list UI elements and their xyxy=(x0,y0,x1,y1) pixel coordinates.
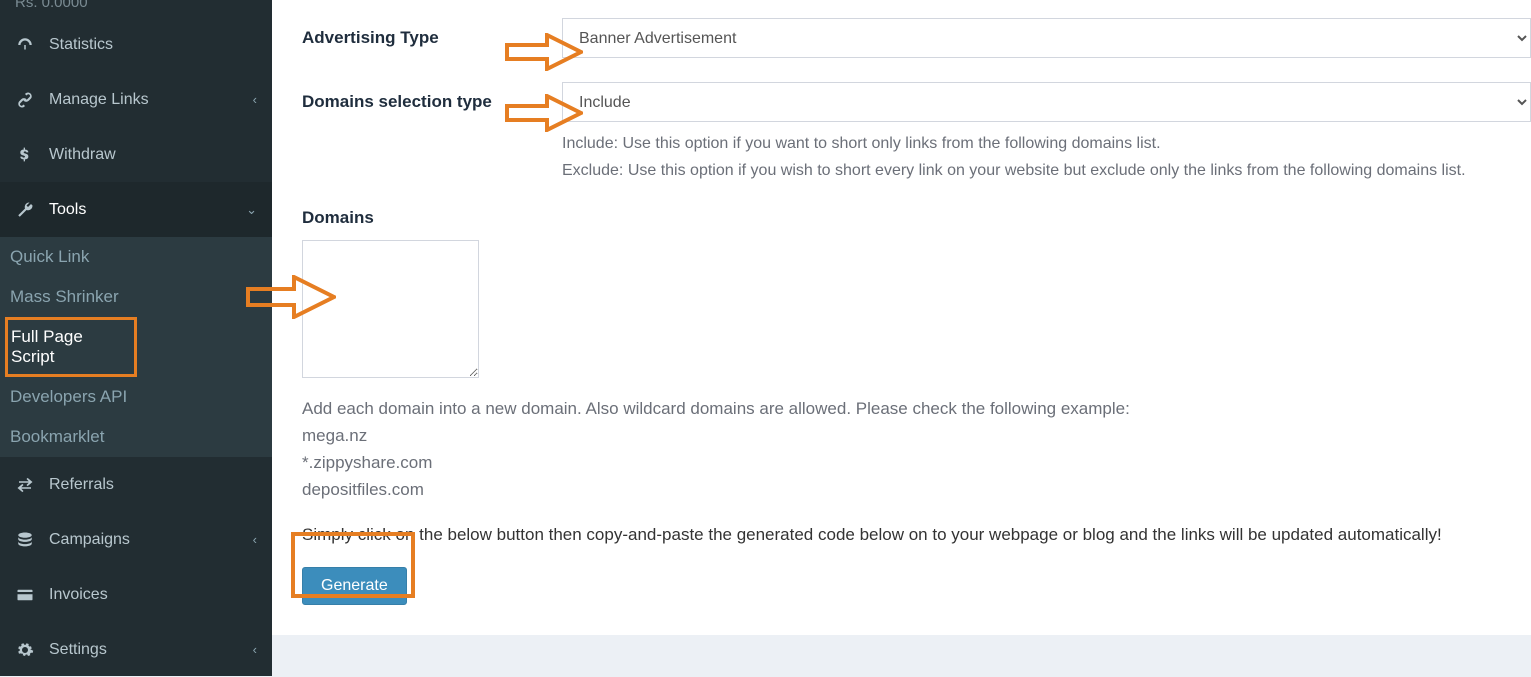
main-content: Advertising Type Banner Advertisement Do… xyxy=(272,0,1531,676)
exchange-icon xyxy=(15,475,35,495)
chevron-left-icon: ‹ xyxy=(253,642,257,657)
database-icon xyxy=(15,530,35,550)
selection-help-exclude: Exclude: Use this option if you wish to … xyxy=(562,159,1531,184)
dashboard-icon xyxy=(15,35,35,55)
cogs-icon xyxy=(15,640,35,660)
sidebar-sub-full-page-script[interactable]: Full Page Script xyxy=(5,317,137,377)
sidebar-item-label: Manage Links xyxy=(49,91,253,109)
dollar-icon xyxy=(15,145,35,165)
sidebar-item-tools[interactable]: Tools ⌄ xyxy=(0,182,272,237)
domains-label: Domains xyxy=(272,196,1531,234)
sidebar-item-manage-links[interactable]: Manage Links ‹ xyxy=(0,72,272,127)
sidebar-item-label: Campaigns xyxy=(49,531,253,549)
chevron-down-icon: ⌄ xyxy=(246,202,257,218)
wrench-icon xyxy=(15,200,35,220)
chevron-left-icon: ‹ xyxy=(253,92,257,107)
sidebar-item-label: Referrals xyxy=(49,476,257,494)
chevron-left-icon: ‹ xyxy=(253,532,257,547)
card-icon xyxy=(15,585,35,605)
sidebar-item-referrals[interactable]: Referrals xyxy=(0,457,272,512)
sidebar-submenu-tools: Quick Link Mass Shrinker Full Page Scrip… xyxy=(0,237,272,457)
domains-hint-line: depositfiles.com xyxy=(302,476,1531,503)
sidebar-item-statistics[interactable]: Statistics xyxy=(0,17,272,72)
sidebar: Rs. 0.0000 Statistics Manage Links ‹ Wit… xyxy=(0,0,272,676)
sidebar-sub-quick-link[interactable]: Quick Link xyxy=(0,237,272,277)
selection-help-include: Include: Use this option if you want to … xyxy=(562,132,1531,157)
sidebar-item-label: Settings xyxy=(49,641,253,659)
sidebar-item-label: Statistics xyxy=(49,36,257,54)
domains-selection-type-label: Domains selection type xyxy=(302,82,562,112)
advertising-type-select[interactable]: Banner Advertisement xyxy=(562,18,1531,58)
sidebar-item-label: Tools xyxy=(49,201,246,219)
sidebar-item-label: Invoices xyxy=(49,586,257,604)
advertising-type-label: Advertising Type xyxy=(302,18,562,48)
domains-hint-line: *.zippyshare.com xyxy=(302,449,1531,476)
domains-hint-line: mega.nz xyxy=(302,422,1531,449)
sidebar-item-label: Withdraw xyxy=(49,146,257,164)
cta-intro-text: Simply click on the below button then co… xyxy=(272,503,1531,548)
generate-button[interactable]: Generate xyxy=(302,567,407,605)
sidebar-item-invoices[interactable]: Invoices xyxy=(0,567,272,622)
domains-textarea[interactable] xyxy=(302,240,479,378)
domains-hint: Add each domain into a new domain. Also … xyxy=(272,383,1531,504)
sidebar-sub-bookmarklet[interactable]: Bookmarklet xyxy=(0,417,272,457)
domains-selection-type-select[interactable]: Include xyxy=(562,82,1531,122)
sidebar-item-campaigns[interactable]: Campaigns ‹ xyxy=(0,512,272,567)
row-advertising-type: Advertising Type Banner Advertisement xyxy=(272,6,1531,70)
link-icon xyxy=(15,90,35,110)
sidebar-item-settings[interactable]: Settings ‹ xyxy=(0,622,272,677)
row-domains-selection-type: Domains selection type Include Include: … xyxy=(272,70,1531,196)
balance-text: Rs. 0.0000 xyxy=(0,0,272,17)
sidebar-sub-mass-shrinker[interactable]: Mass Shrinker xyxy=(0,277,272,317)
sidebar-sub-developers-api[interactable]: Developers API xyxy=(0,377,272,417)
domains-hint-intro: Add each domain into a new domain. Also … xyxy=(302,395,1531,422)
form-panel: Advertising Type Banner Advertisement Do… xyxy=(272,0,1531,635)
sidebar-item-withdraw[interactable]: Withdraw xyxy=(0,127,272,182)
